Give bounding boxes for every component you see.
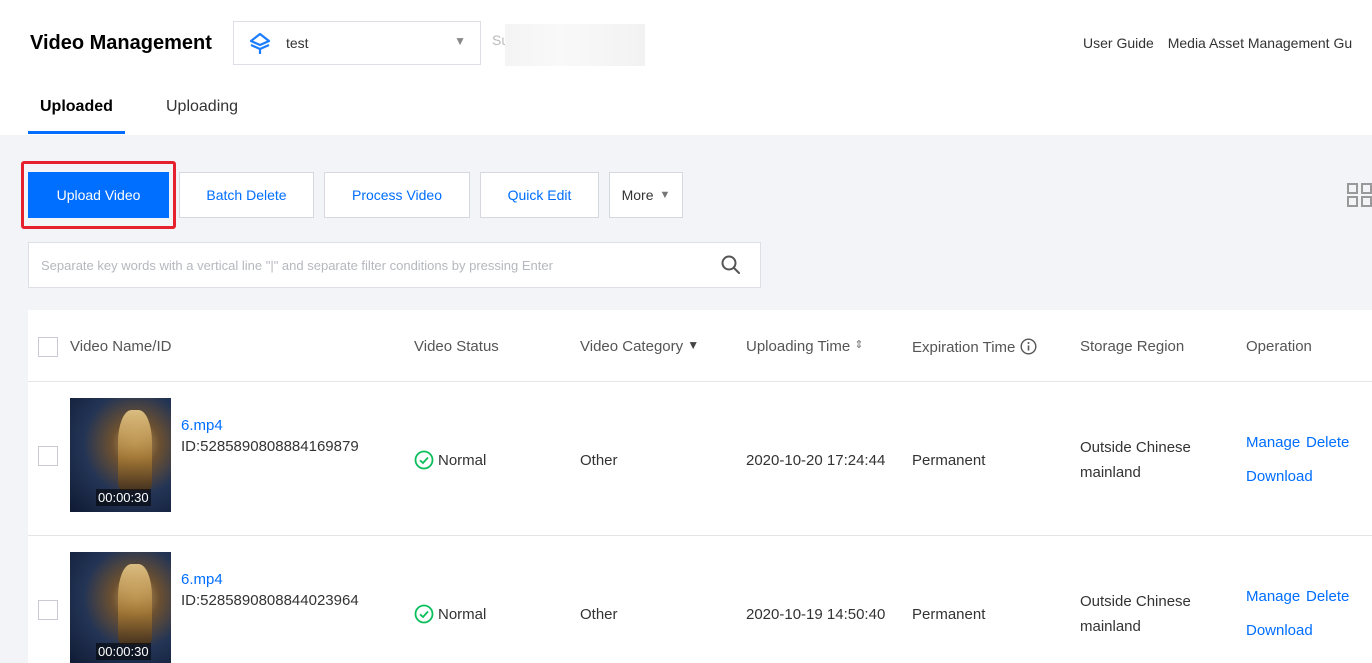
- more-button-label: More: [621, 187, 654, 203]
- select-all-checkbox[interactable]: [38, 337, 58, 357]
- batch-delete-button[interactable]: Batch Delete: [179, 172, 314, 218]
- chevron-down-icon: ▼: [454, 34, 466, 48]
- video-name-link[interactable]: 6.mp4: [181, 417, 223, 434]
- col-expiration-time-label: Expiration Time: [912, 339, 1016, 356]
- uploading-time: 2020-10-20 17:24:44: [746, 452, 886, 469]
- col-operation: Operation: [1246, 338, 1312, 355]
- delete-link[interactable]: Delete: [1306, 434, 1349, 451]
- video-status: Normal: [438, 606, 487, 623]
- filter-icon[interactable]: ▼: [687, 338, 699, 352]
- col-video-status: Video Status: [414, 338, 499, 355]
- row-checkbox[interactable]: [38, 446, 58, 466]
- redacted-area: [505, 24, 645, 66]
- media-asset-guide-link[interactable]: Media Asset Management Gu: [1168, 35, 1352, 51]
- storage-region-line2: mainland: [1080, 618, 1141, 635]
- storage-region-line1: Outside Chinese: [1080, 593, 1191, 610]
- manage-link[interactable]: Manage: [1246, 588, 1300, 605]
- col-video-category[interactable]: Video Category ▼: [580, 338, 699, 355]
- check-circle-icon: [414, 604, 434, 624]
- table-row: 00:00:30 6.mp4 ID:5285890808884169879 No…: [28, 382, 1372, 536]
- col-video-category-label: Video Category: [580, 338, 684, 355]
- video-table: Video Name/ID Video Status Video Categor…: [28, 310, 1372, 663]
- top-links: User Guide Media Asset Management Gu: [1083, 35, 1362, 51]
- check-circle-icon: [414, 450, 434, 470]
- download-link[interactable]: Download: [1246, 622, 1313, 639]
- col-storage-region: Storage Region: [1080, 338, 1185, 355]
- video-id: ID:5285890808884169879: [181, 438, 359, 455]
- col-uploading-time-label: Uploading Time: [746, 338, 851, 355]
- user-guide-link[interactable]: User Guide: [1083, 35, 1154, 51]
- table-header: Video Name/ID Video Status Video Categor…: [28, 310, 1372, 382]
- info-icon[interactable]: [1020, 338, 1037, 355]
- video-id: ID:5285890808844023964: [181, 592, 359, 609]
- table-row: 00:00:30 6.mp4 ID:5285890808844023964 No…: [28, 536, 1372, 663]
- manage-link[interactable]: Manage: [1246, 434, 1300, 451]
- chevron-down-icon: ▼: [659, 189, 671, 201]
- app-selector[interactable]: test ▼: [233, 21, 481, 65]
- video-category: Other: [580, 452, 618, 469]
- video-thumbnail[interactable]: 00:00:30: [70, 552, 171, 663]
- search-input[interactable]: [29, 243, 689, 287]
- tab-uploading[interactable]: Uploading: [166, 98, 238, 116]
- expiration-time: Permanent: [912, 452, 986, 469]
- video-thumbnail[interactable]: 00:00:30: [70, 398, 171, 512]
- video-duration: 00:00:30: [96, 489, 151, 506]
- vod-logo-icon: [249, 32, 271, 54]
- sort-icon[interactable]: ⇕: [854, 339, 863, 351]
- search-icon[interactable]: [720, 254, 742, 276]
- page-header: Video Management test ▼ Su User Guide Me…: [0, 0, 1372, 135]
- app-selector-label: test: [286, 35, 309, 51]
- tab-uploaded[interactable]: Uploaded: [28, 98, 125, 134]
- col-expiration-time: Expiration Time: [912, 338, 1037, 356]
- page-title: Video Management: [30, 32, 212, 54]
- col-video-name: Video Name/ID: [70, 338, 172, 355]
- video-duration: 00:00:30: [96, 643, 151, 660]
- storage-region-line1: Outside Chinese: [1080, 439, 1191, 456]
- delete-link[interactable]: Delete: [1306, 588, 1349, 605]
- download-link[interactable]: Download: [1246, 468, 1313, 485]
- row-checkbox[interactable]: [38, 600, 58, 620]
- more-button[interactable]: More ▼: [609, 172, 683, 218]
- storage-region-line2: mainland: [1080, 464, 1141, 481]
- quick-edit-button[interactable]: Quick Edit: [480, 172, 599, 218]
- upload-video-button[interactable]: Upload Video: [28, 172, 169, 218]
- col-uploading-time[interactable]: Uploading Time ⇕: [746, 338, 864, 355]
- process-video-button[interactable]: Process Video: [324, 172, 470, 218]
- grid-view-icon[interactable]: [1347, 182, 1372, 208]
- search-box: [28, 242, 761, 288]
- video-category: Other: [580, 606, 618, 623]
- video-status: Normal: [438, 452, 487, 469]
- thumbnail-figure: [118, 410, 152, 490]
- expiration-time: Permanent: [912, 606, 986, 623]
- uploading-time: 2020-10-19 14:50:40: [746, 606, 886, 623]
- thumbnail-figure: [118, 564, 152, 644]
- video-name-link[interactable]: 6.mp4: [181, 571, 223, 588]
